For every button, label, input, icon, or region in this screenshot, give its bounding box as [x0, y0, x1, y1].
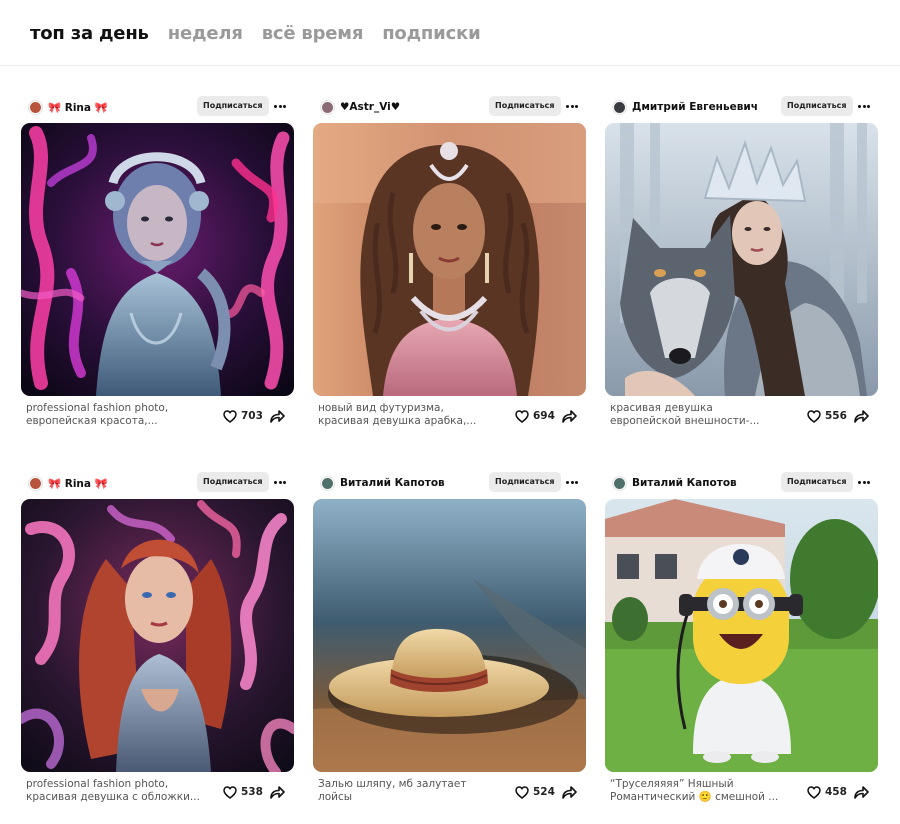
heart-icon: [807, 785, 821, 799]
avatar[interactable]: [29, 100, 42, 114]
share-arrow-icon[interactable]: [561, 408, 577, 424]
share-arrow-icon[interactable]: [269, 408, 285, 424]
like-button[interactable]: 556: [807, 408, 847, 424]
subscribe-button[interactable]: Подписаться: [781, 96, 853, 116]
post-image[interactable]: [313, 123, 586, 396]
woman-arabic-jewelry-image: [313, 123, 586, 396]
subscribe-button[interactable]: Подписаться: [197, 96, 269, 116]
like-count: 556: [825, 410, 847, 422]
share-arrow-icon[interactable]: [561, 784, 577, 800]
tab-top-day[interactable]: топ за день: [30, 23, 149, 44]
post-image[interactable]: [605, 499, 878, 772]
post-caption[interactable]: professional fashion photo, европейская …: [26, 402, 216, 428]
like-button[interactable]: 538: [223, 784, 263, 800]
like-button[interactable]: 458: [807, 784, 847, 800]
more-dots-icon[interactable]: [273, 474, 287, 490]
heart-icon: [223, 409, 237, 423]
post-caption[interactable]: новый вид футуризма, красивая девушка ар…: [318, 402, 508, 428]
straw-hat-image: [313, 499, 586, 772]
post-image[interactable]: [313, 499, 586, 772]
share-arrow-icon[interactable]: [853, 408, 869, 424]
heart-icon: [515, 785, 529, 799]
avatar[interactable]: [613, 100, 626, 114]
heart-icon: [223, 785, 237, 799]
heart-icon: [807, 409, 821, 423]
like-button[interactable]: 694: [515, 408, 555, 424]
post-caption[interactable]: professional fashion photo, красивая дев…: [26, 778, 216, 804]
avatar[interactable]: [321, 100, 334, 114]
author-name[interactable]: Виталий Капотов: [632, 477, 737, 489]
author-name[interactable]: Дмитрий Евгеньевич: [632, 101, 758, 113]
post-caption[interactable]: “Труселяяяя” Няшный Романтический 🙂 смеш…: [610, 778, 800, 804]
subscribe-button[interactable]: Подписаться: [489, 96, 561, 116]
like-count: 703: [241, 410, 263, 422]
tab-all-time[interactable]: всё время: [262, 23, 364, 44]
avatar[interactable]: [29, 476, 42, 490]
post-image[interactable]: [605, 123, 878, 396]
woman-octopus-neon-image: [21, 123, 294, 396]
more-dots-icon[interactable]: [565, 98, 579, 114]
woman-with-wolf-image: [605, 123, 878, 396]
share-arrow-icon[interactable]: [853, 784, 869, 800]
like-count: 458: [825, 786, 847, 798]
avatar[interactable]: [321, 476, 334, 490]
like-button[interactable]: 703: [223, 408, 263, 424]
author-name[interactable]: 🎀 Rina 🎀: [48, 101, 108, 114]
author-name[interactable]: Виталий Капотов: [340, 477, 445, 489]
like-count: 524: [533, 786, 555, 798]
like-count: 538: [241, 786, 263, 798]
post-image[interactable]: [21, 499, 294, 772]
more-dots-icon[interactable]: [857, 98, 871, 114]
header-divider: [0, 65, 900, 66]
feed-tabs: топ за день неделя всё время подписки: [30, 20, 481, 46]
minion-doctor-image: [605, 499, 878, 772]
post-image[interactable]: [21, 123, 294, 396]
tab-week[interactable]: неделя: [168, 23, 243, 44]
avatar[interactable]: [613, 476, 626, 490]
author-name[interactable]: ♥Astr_Vi♥: [340, 101, 400, 113]
more-dots-icon[interactable]: [857, 474, 871, 490]
author-name[interactable]: 🎀 Rina 🎀: [48, 477, 108, 490]
post-caption[interactable]: Залью шляпу, мб залутает лойсы: [318, 778, 508, 804]
subscribe-button[interactable]: Подписаться: [489, 472, 561, 492]
share-arrow-icon[interactable]: [269, 784, 285, 800]
tab-subscriptions[interactable]: подписки: [382, 23, 480, 44]
redhead-octopus-neon-image: [21, 499, 294, 772]
more-dots-icon[interactable]: [273, 98, 287, 114]
like-button[interactable]: 524: [515, 784, 555, 800]
subscribe-button[interactable]: Подписаться: [197, 472, 269, 492]
like-count: 694: [533, 410, 555, 422]
post-caption[interactable]: красивая девушка европейской внешности-.…: [610, 402, 800, 428]
heart-icon: [515, 409, 529, 423]
more-dots-icon[interactable]: [565, 474, 579, 490]
subscribe-button[interactable]: Подписаться: [781, 472, 853, 492]
